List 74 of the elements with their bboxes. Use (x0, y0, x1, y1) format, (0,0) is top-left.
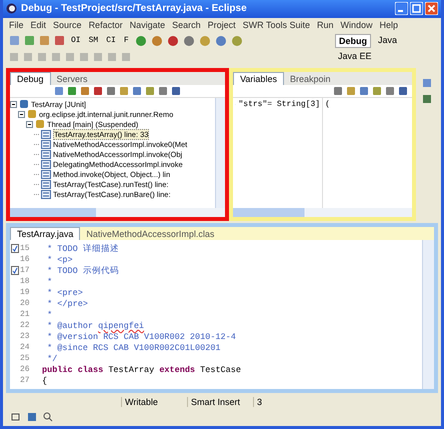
menu-item[interactable]: Search (172, 20, 201, 30)
stack-frame-icon (41, 130, 51, 139)
toolbar-button[interactable]: SM (86, 36, 100, 46)
menu-item[interactable]: Source (53, 20, 82, 30)
code-line: */ (46, 354, 58, 364)
stack-frame-icon (41, 190, 51, 199)
menu-item[interactable]: Run (317, 20, 334, 30)
view-tab[interactable]: Servers (50, 73, 94, 86)
menu-item[interactable]: Help (380, 20, 398, 30)
line-number: 19 (20, 288, 31, 298)
editor-tab[interactable]: NativeMethodAccessorImpl.clas (80, 228, 220, 240)
line-number: 25 (20, 354, 31, 364)
line-number: 15 (20, 244, 31, 254)
code-line: * </pre> (46, 298, 88, 309)
view-tab[interactable]: Debug (10, 72, 51, 86)
status-field: 3 (253, 396, 319, 407)
window-title: Debug - TestProject/src/TestArray.java - Eclipse (21, 3, 248, 14)
maximize-button[interactable] (410, 2, 423, 16)
line-number: 22 (20, 321, 31, 330)
code-line: * (46, 310, 52, 320)
stack-frame-icon (41, 160, 51, 169)
status-field: Writable (121, 396, 187, 407)
line-number: 20 (20, 299, 31, 308)
stack-frame-icon (41, 170, 51, 179)
editor-tab[interactable]: TestArray.java (10, 227, 80, 240)
line-number: 27 (20, 376, 31, 386)
console-icon[interactable] (27, 412, 37, 422)
menu-item[interactable]: Navigate (130, 20, 166, 30)
view-tab[interactable]: Variables (233, 72, 284, 86)
menu-item[interactable]: Window (340, 20, 373, 30)
code-line: public class TestArray extends TestCase (41, 364, 241, 375)
code-line: * TODO 示例代码 (46, 264, 119, 277)
perspective-button[interactable]: Java (375, 34, 400, 48)
code-line: * @author qipengfei (46, 320, 144, 331)
toolbar-button[interactable]: F (122, 36, 131, 46)
variable-value: ( (325, 100, 330, 110)
stack-frame-icon (41, 140, 51, 149)
variable-name[interactable]: "strs"= String[3] (238, 100, 320, 110)
code-line: * (46, 276, 52, 287)
menu-item[interactable]: Project (208, 20, 236, 30)
menu-item[interactable]: Edit (30, 20, 46, 30)
line-number: 17 (20, 266, 31, 276)
line-number: 16 (20, 255, 31, 264)
toolbar-button[interactable]: OI (69, 36, 83, 46)
minimize-button[interactable] (395, 2, 408, 16)
line-number: 23 (20, 332, 31, 342)
line-number: 26 (20, 365, 31, 374)
line-number: 21 (20, 310, 31, 320)
code-line: * <p> (46, 254, 73, 265)
menu-item[interactable]: Refactor (88, 20, 123, 30)
close-button[interactable] (425, 2, 438, 16)
menu-item[interactable]: File (9, 20, 24, 30)
vertical-scrollbar[interactable] (422, 240, 434, 390)
horizontal-scrollbar[interactable] (233, 208, 412, 218)
toolbar-button[interactable]: CI (104, 36, 118, 46)
restore-icon[interactable] (11, 412, 21, 422)
code-line: * @since RCS CAB V100R002C01L00201 (46, 342, 221, 353)
line-number: 24 (20, 343, 31, 352)
line-number: 18 (20, 277, 31, 286)
horizontal-scrollbar[interactable] (10, 208, 226, 218)
search-icon[interactable] (43, 412, 53, 422)
view-tab[interactable]: Breakpoin (284, 73, 336, 86)
code-line: * TODO 详细描述 (46, 242, 119, 255)
perspective-button[interactable]: Java EE (335, 50, 375, 62)
stack-frame-icon (41, 180, 51, 189)
stack-frame-icon (41, 150, 51, 159)
perspective-button[interactable]: Debug (335, 34, 371, 48)
code-line: { (41, 376, 48, 386)
vertical-scrollbar[interactable] (215, 98, 226, 208)
status-field: Smart Insert (187, 396, 253, 407)
code-line: * <pre> (46, 288, 83, 298)
code-line: * @version RCS CAB V100R002 2010-12-4 (46, 332, 236, 342)
eclipse-icon (6, 3, 17, 14)
menu-item[interactable]: SWR Tools Suite (242, 20, 310, 30)
